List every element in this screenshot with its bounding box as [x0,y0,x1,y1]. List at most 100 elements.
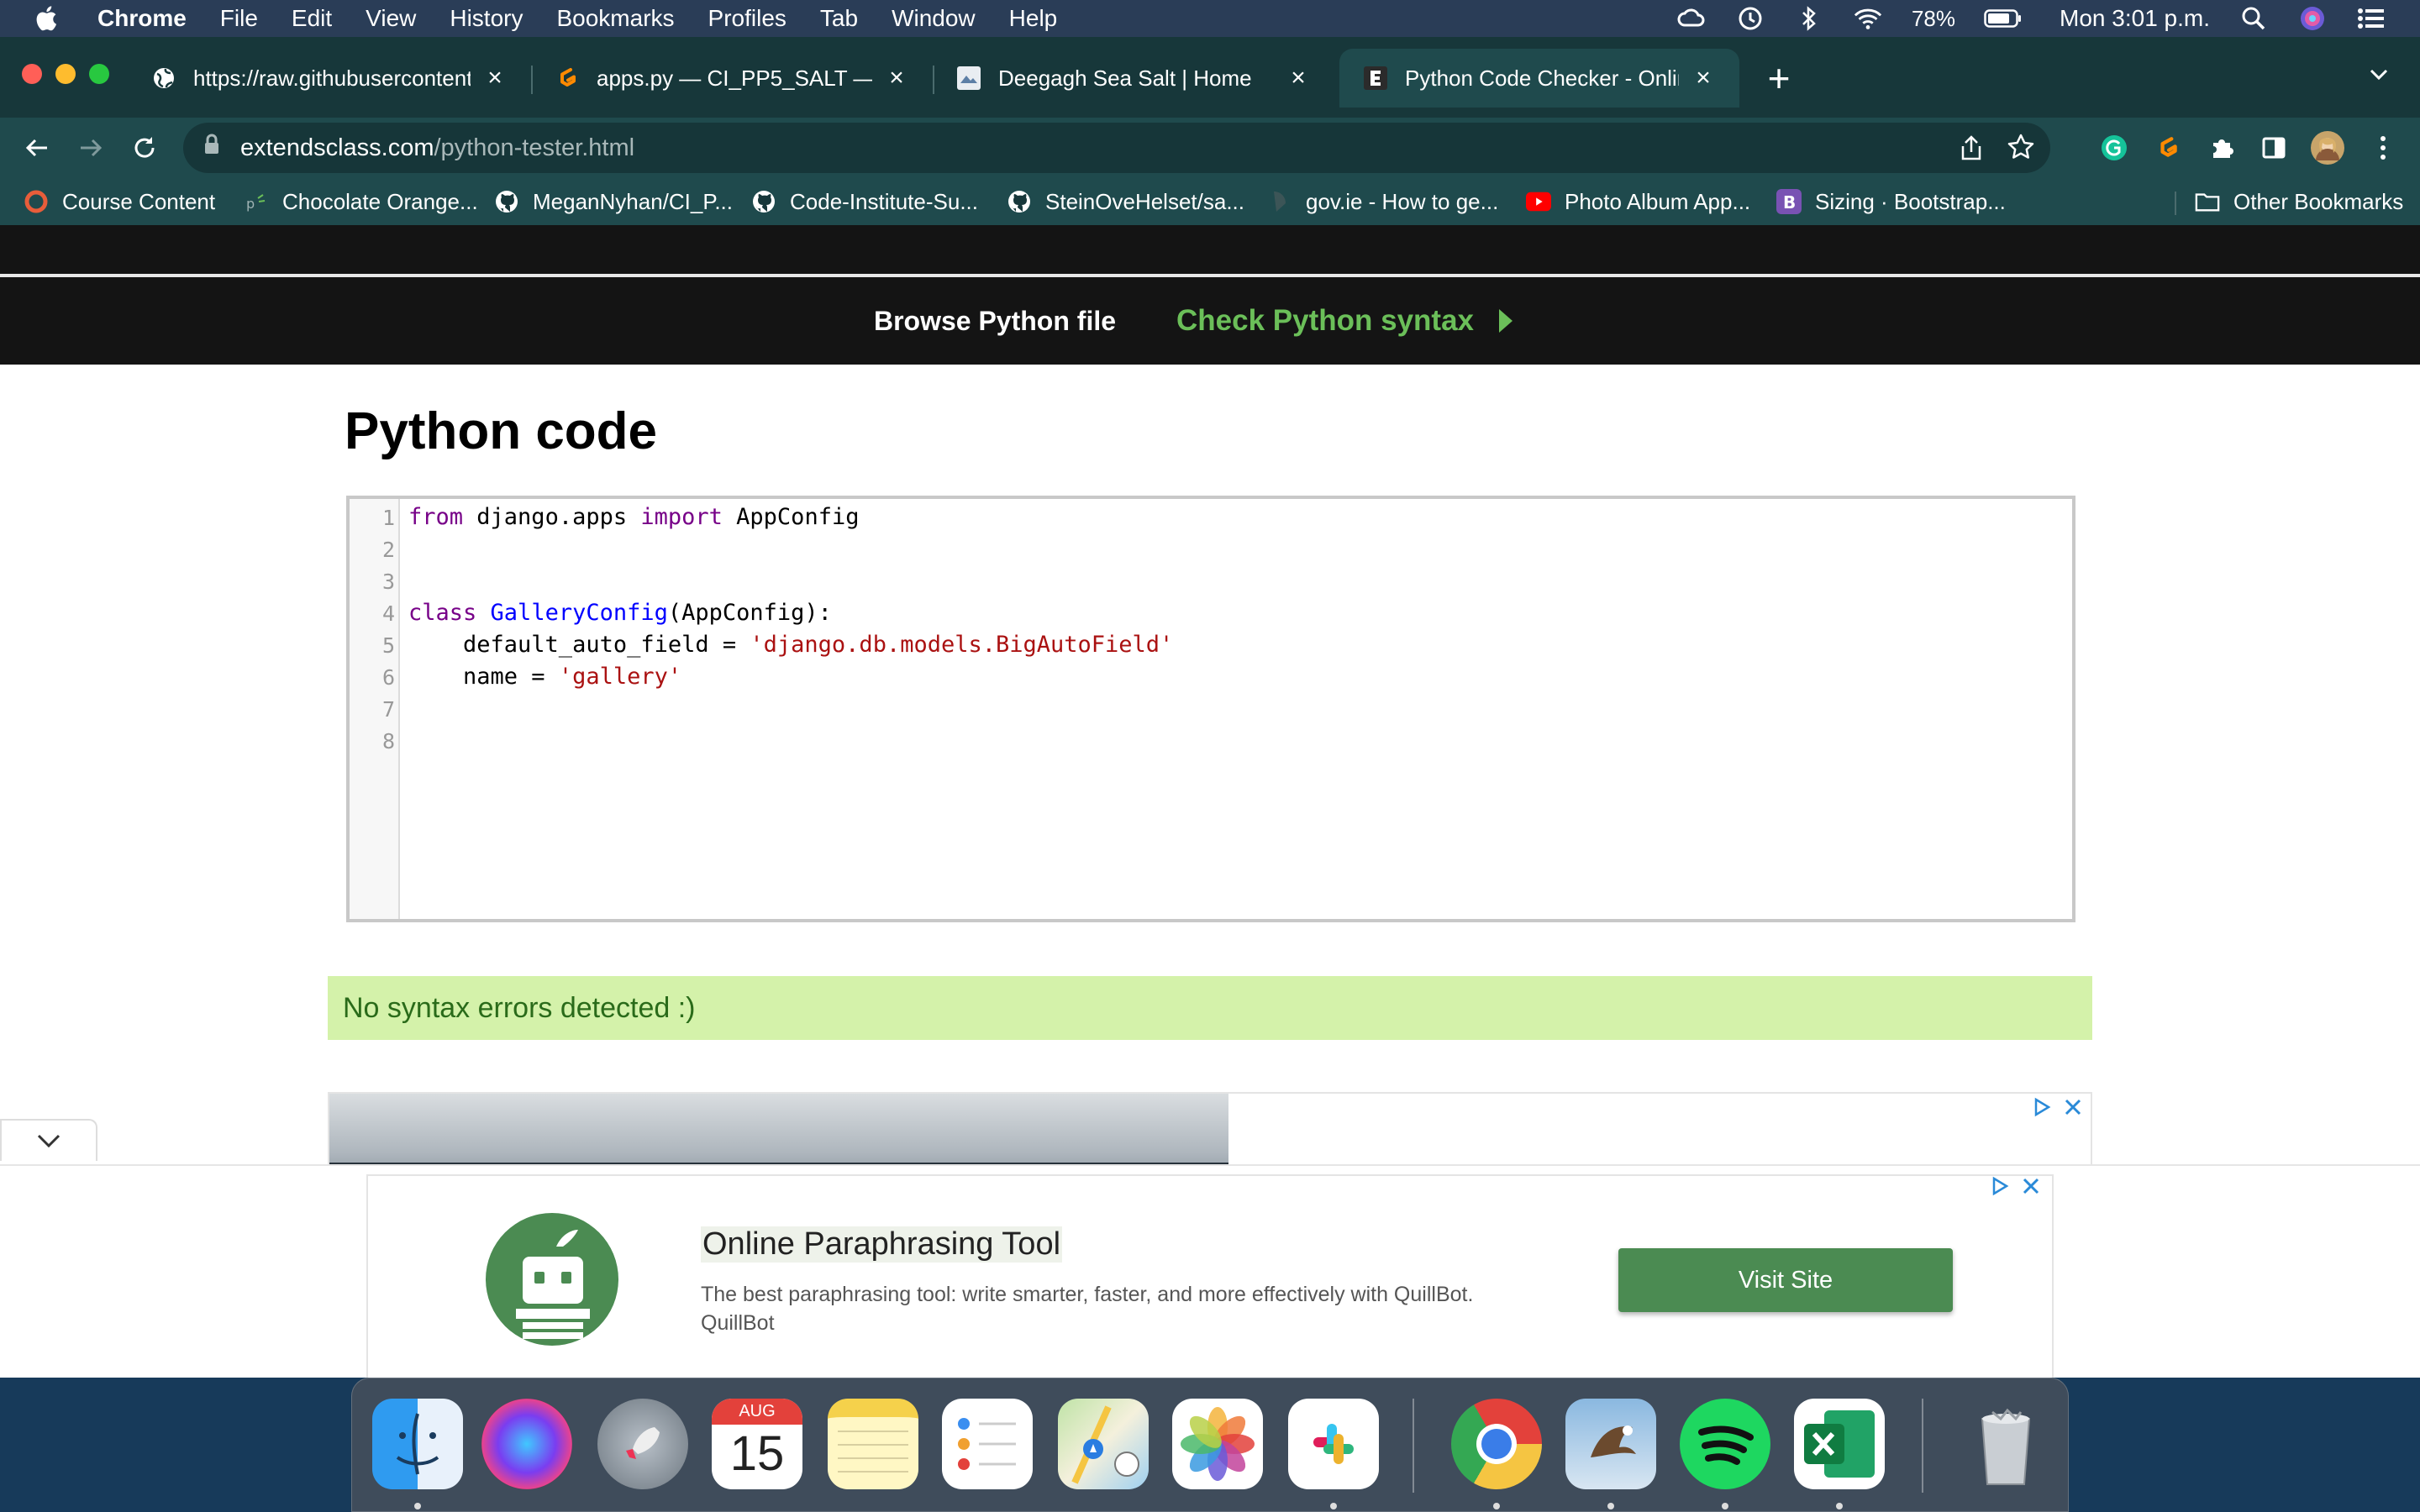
bookmark-code-institute-su[interactable]: Code-Institute-Su... [751,186,978,217]
share-icon[interactable] [1960,134,1983,168]
menu-edit[interactable]: Edit [292,5,332,32]
slack-icon[interactable] [1288,1399,1379,1489]
finder-icon[interactable] [372,1399,463,1489]
close-window-button[interactable] [22,64,42,84]
tab-title: Python Code Checker - Online [1405,65,1679,91]
code-line[interactable]: class GalleryConfig(AppConfig): [408,600,832,626]
spotlight-search-icon[interactable] [2238,6,2269,31]
play-arrow-icon [1499,309,1513,333]
ad-controls [2032,1097,2082,1121]
extensions-puzzle-icon[interactable] [2203,129,2240,166]
adchoices-icon[interactable] [2032,1097,2052,1121]
menu-file[interactable]: File [220,5,258,32]
code-line[interactable]: from django.apps import AppConfig [408,504,859,530]
trash-icon[interactable] [1960,1399,2051,1489]
reload-button[interactable] [126,129,163,166]
side-panel-icon[interactable] [2255,129,2292,166]
forward-button[interactable] [72,129,109,166]
menu-window[interactable]: Window [892,5,976,32]
tab-deegagh[interactable]: Deegagh Sea Salt | Home × [933,49,1334,108]
menu-help[interactable]: Help [1009,5,1058,32]
github-icon [494,189,519,214]
mail-icon[interactable] [1565,1399,1656,1489]
bookmark-megan-nyhan[interactable]: MeganNyhan/CI_P... [494,186,733,217]
ad-title[interactable]: Online Paraphrasing Tool [701,1226,1063,1263]
time-machine-icon[interactable] [1735,6,1765,31]
back-button[interactable] [18,129,55,166]
address-bar[interactable]: extendsclass.com/python-tester.html [183,123,2050,173]
ad-description: The best paraphrasing tool: write smarte… [701,1283,1474,1335]
folder-icon [2195,189,2220,214]
code-token: 'django.db.models.BigAutoField' [750,632,1174,658]
spotify-icon[interactable] [1680,1399,1770,1489]
menu-history[interactable]: History [450,5,523,32]
bookmark-photo-album[interactable]: Photo Album App... [1526,186,1750,217]
tab-search-chevron-icon[interactable] [2366,62,2391,92]
bookmark-steinovehelset[interactable]: SteinOveHelset/sa... [1007,186,1244,217]
other-bookmarks-folder[interactable]: Other Bookmarks [2195,186,2403,217]
running-indicator [1722,1503,1728,1509]
bookmark-course-content[interactable]: Course Content [24,186,215,217]
new-tab-button[interactable]: + [1760,55,1798,101]
code-token: 'gallery' [558,664,682,690]
bookmark-gov-ie[interactable]: gov.ie - How to ge... [1267,186,1498,217]
chrome-menu-icon[interactable] [2365,129,2402,166]
clock[interactable]: Mon 3:01 p.m. [2060,5,2210,32]
close-tab-icon[interactable]: × [1286,64,1311,92]
excel-icon[interactable] [1794,1399,1885,1489]
ad-close-icon[interactable] [2022,1177,2040,1200]
menu-app-name[interactable]: Chrome [97,5,187,32]
menu-profiles[interactable]: Profiles [708,5,786,32]
close-tab-icon[interactable]: × [482,64,508,92]
code-editor[interactable]: 1 from django.apps import AppConfig 2 3 4 cla… [346,496,2075,922]
browse-python-file-link[interactable]: Browse Python file [874,306,1116,337]
bookmark-bootstrap-sizing[interactable]: B Sizing · Bootstrap... [1776,186,2006,217]
chrome-icon[interactable] [1451,1399,1542,1489]
control-center-icon[interactable] [2356,6,2386,31]
check-python-syntax-button[interactable]: Check Python syntax [1176,304,1513,338]
reminders-icon[interactable] [942,1399,1033,1489]
ad-close-icon[interactable] [2064,1098,2082,1121]
bookmark-label: Code-Institute-Su... [790,188,978,214]
page-content: Browse Python file Check Python syntax P… [0,225,2420,1378]
quillbot-ad[interactable]: Online Paraphrasing Tool The best paraph… [366,1174,2054,1378]
close-tab-icon[interactable]: × [1691,64,1716,92]
creative-cloud-icon[interactable] [1676,6,1707,31]
bookmark-star-icon[interactable] [2007,133,2035,168]
line-number: 4 [381,601,395,626]
profile-avatar[interactable] [2309,129,2346,166]
gitpod-icon [555,66,580,91]
calendar-icon[interactable]: AUG 15 [712,1399,802,1489]
tab-gitpod[interactable]: apps.py — CI_PP5_SALT — Gitpod × [531,49,933,108]
adchoices-icon[interactable] [1990,1176,2010,1200]
tab-python-checker[interactable]: Python Code Checker - Online × [1339,49,1739,108]
tab-title: https://raw.githubusercontent.com/ [193,65,471,91]
minimize-window-button[interactable] [55,64,76,84]
grammarly-icon[interactable] [2096,129,2133,166]
launchpad-icon[interactable] [597,1399,688,1489]
siri-icon[interactable] [481,1399,572,1489]
close-tab-icon[interactable]: × [884,64,909,92]
bluetooth-icon[interactable] [1794,6,1824,31]
visit-site-button[interactable]: Visit Site [1618,1248,1953,1312]
lock-icon[interactable] [203,134,220,162]
gitpod-extension-icon[interactable] [2149,129,2186,166]
bookmark-chocolate-orange[interactable]: p Chocolate Orange... [244,186,478,217]
site-action-bar: Browse Python file Check Python syntax [0,277,2420,365]
photos-icon[interactable] [1172,1399,1263,1489]
quillbot-logo[interactable] [486,1213,618,1346]
menu-tab[interactable]: Tab [820,5,858,32]
tab-raw-github[interactable]: https://raw.githubusercontent.com/ × [128,49,531,108]
zoom-window-button[interactable] [89,64,109,84]
siri-icon[interactable] [2297,6,2328,31]
menu-bookmarks[interactable]: Bookmarks [556,5,674,32]
apple-icon[interactable] [34,4,62,33]
menu-view[interactable]: View [366,5,416,32]
collapse-ad-button[interactable] [0,1119,97,1161]
battery-icon[interactable] [1984,6,2023,31]
maps-icon[interactable] [1058,1399,1149,1489]
notes-icon[interactable] [828,1399,918,1489]
wifi-icon[interactable] [1853,6,1883,31]
code-line[interactable]: name = 'gallery' [408,664,681,690]
code-line[interactable]: default_auto_field = 'django.db.models.B… [408,632,1173,658]
